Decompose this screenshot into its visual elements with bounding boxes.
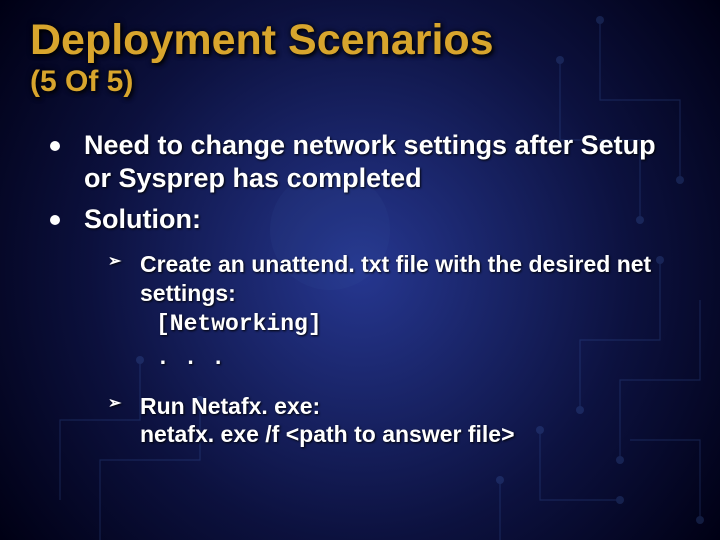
code-line: [Networking] (140, 309, 690, 340)
body: Need to change network settings after Se… (30, 129, 690, 449)
bullet-item: Solution: Create an unattend. txt file w… (30, 203, 690, 449)
bullet-list: Need to change network settings after Se… (30, 129, 690, 449)
sub-bullet-text: netafx. exe /f <path to answer file> (140, 421, 515, 447)
slide-subtitle: (5 Of 5) (30, 65, 690, 99)
bullet-item: Need to change network settings after Se… (30, 129, 690, 195)
bullet-text: Solution: (84, 204, 201, 234)
sub-bullet-text: Create an unattend. txt file with the de… (140, 251, 651, 306)
sub-bullet-text: Run Netafx. exe: (140, 393, 320, 419)
slide: Deployment Scenarios (5 Of 5) Need to ch… (0, 0, 720, 540)
sub-bullet-list: Create an unattend. txt file with the de… (84, 250, 690, 449)
content-area: Deployment Scenarios (5 Of 5) Need to ch… (0, 0, 720, 449)
sub-bullet-item: Create an unattend. txt file with the de… (84, 250, 690, 374)
sub-bullet-item: Run Netafx. exe: netafx. exe /f <path to… (84, 392, 690, 450)
code-line: . . . (140, 343, 690, 374)
slide-title: Deployment Scenarios (30, 18, 690, 63)
bullet-text: Need to change network settings after Se… (84, 130, 656, 193)
